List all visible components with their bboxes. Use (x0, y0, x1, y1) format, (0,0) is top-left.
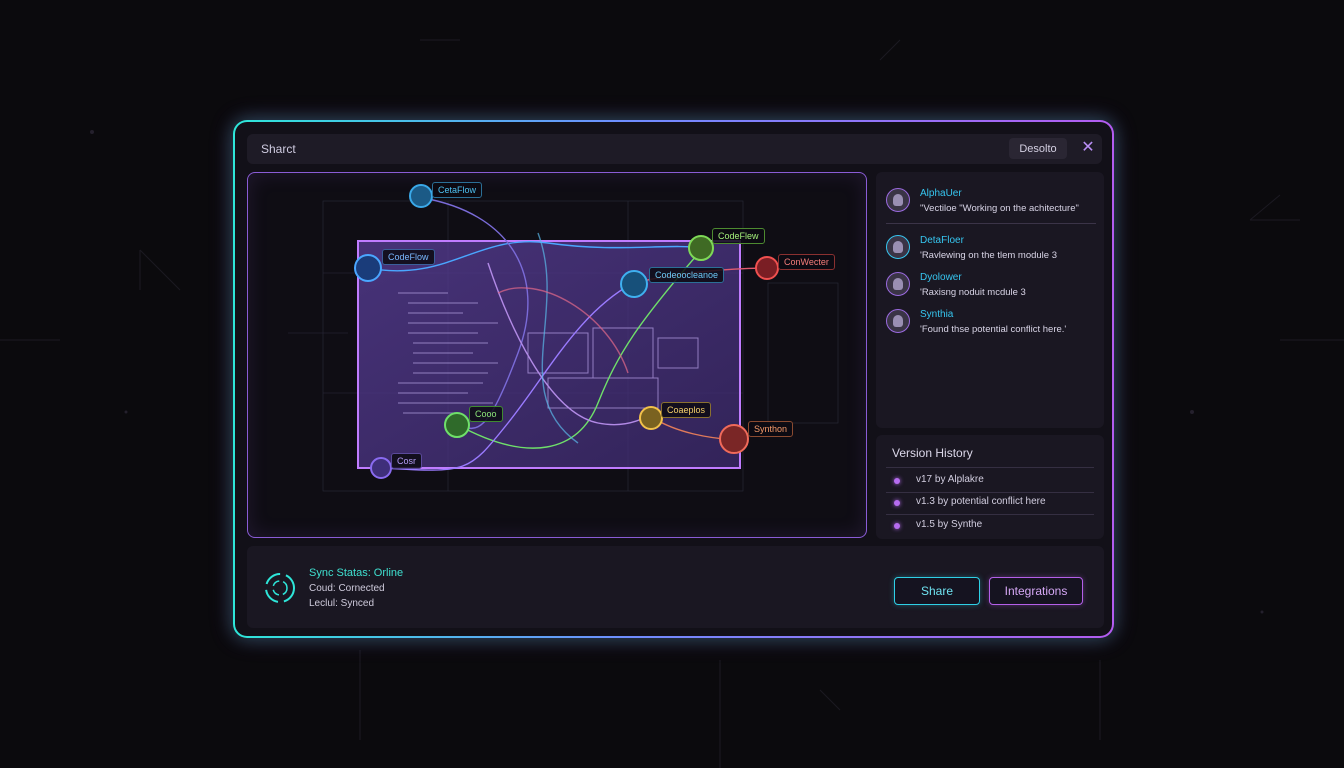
version-item[interactable]: v17 by Alplakre (892, 473, 1092, 489)
comment-item[interactable]: DetaFloer 'Ravlewing on the tlem module … (886, 231, 1096, 263)
avatar (886, 188, 910, 212)
comment-item[interactable]: Dyolower 'Raxisng noduit mcdule 3 (886, 268, 1096, 300)
comments-panel: AlphaUer "Vectiloe "Working on the achit… (876, 172, 1104, 428)
comment-text: 'Raxisng noduit mcdule 3 (920, 287, 1026, 298)
divider (886, 514, 1094, 515)
describe-button[interactable]: Desolto (1009, 138, 1067, 159)
version-dot-icon (894, 478, 900, 484)
divider (886, 467, 1094, 468)
comment-text: 'Found thse potential conflict here.' (920, 324, 1067, 335)
collaboration-window: Sharct Desolto ✕ CetaFlow CodeFlow CodeF… (233, 120, 1114, 638)
node-label-cetaflow[interactable]: CetaFlow (432, 182, 483, 198)
diagram-canvas[interactable]: CetaFlow CodeFlow CodeFlew Codeoocleanoe… (247, 172, 867, 538)
node-label-codeflow[interactable]: CodeFlow (382, 249, 435, 265)
comment-author: Dyolower (920, 272, 962, 283)
sync-status: Sync Statas: Orline (309, 567, 404, 579)
version-label: v1.5 by Synthe (916, 519, 983, 530)
version-history-panel: Version History v17 by Alplakre v1.3 by … (876, 435, 1104, 539)
version-dot-icon (894, 500, 900, 506)
node-label-synthon[interactable]: Synthon (748, 421, 794, 437)
title-bar: Sharct Desolto ✕ (247, 134, 1102, 164)
version-label: v1.3 by potential conflict here (916, 496, 1046, 507)
diagram-graphics (288, 184, 839, 492)
comment-text: 'Ravlewing on the tlem module 3 (920, 250, 1057, 261)
comment-author: DetaFloer (920, 235, 964, 246)
comment-item[interactable]: Synthia 'Found thse potential conflict h… (886, 305, 1096, 337)
avatar (886, 309, 910, 333)
version-history-title: Version History (892, 446, 973, 460)
sync-icon (265, 573, 295, 603)
comment-author: AlphaUer (920, 188, 962, 199)
node-label-cooo[interactable]: Cooo (469, 406, 503, 422)
cloud-status: Coud: Cornected (309, 583, 385, 594)
divider (886, 223, 1096, 224)
version-item[interactable]: v1.5 by Synthe (892, 518, 1092, 534)
version-label: v17 by Alplakre (916, 474, 984, 485)
sync-footer: Sync Statas: Orline Coud: Cornected Lecl… (247, 546, 1104, 628)
comment-item[interactable]: AlphaUer "Vectiloe "Working on the achit… (886, 184, 1096, 216)
divider (886, 492, 1094, 493)
node-label-coaeplos[interactable]: Coaeplos (661, 402, 712, 418)
close-icon[interactable]: ✕ (1079, 139, 1097, 157)
avatar (886, 235, 910, 259)
version-item[interactable]: v1.3 by potential conflict here (892, 495, 1092, 511)
node-label-conwecter[interactable]: ConWecter (778, 254, 835, 270)
integrations-button[interactable]: Integrations (989, 577, 1083, 605)
node-label-cosr[interactable]: Cosr (391, 453, 423, 469)
window-title: Sharct (261, 142, 296, 156)
comment-author: Synthia (920, 309, 954, 320)
comment-text: "Vectiloe "Working on the achitecture" (920, 203, 1079, 214)
local-status: Leclul: Synced (309, 598, 375, 609)
node-label-codeflew[interactable]: CodeFlew (712, 228, 765, 244)
share-button[interactable]: Share (894, 577, 980, 605)
node-label-codeoocleanoe[interactable]: Codeoocleanoe (649, 267, 725, 283)
avatar (886, 272, 910, 296)
version-dot-icon (894, 523, 900, 529)
